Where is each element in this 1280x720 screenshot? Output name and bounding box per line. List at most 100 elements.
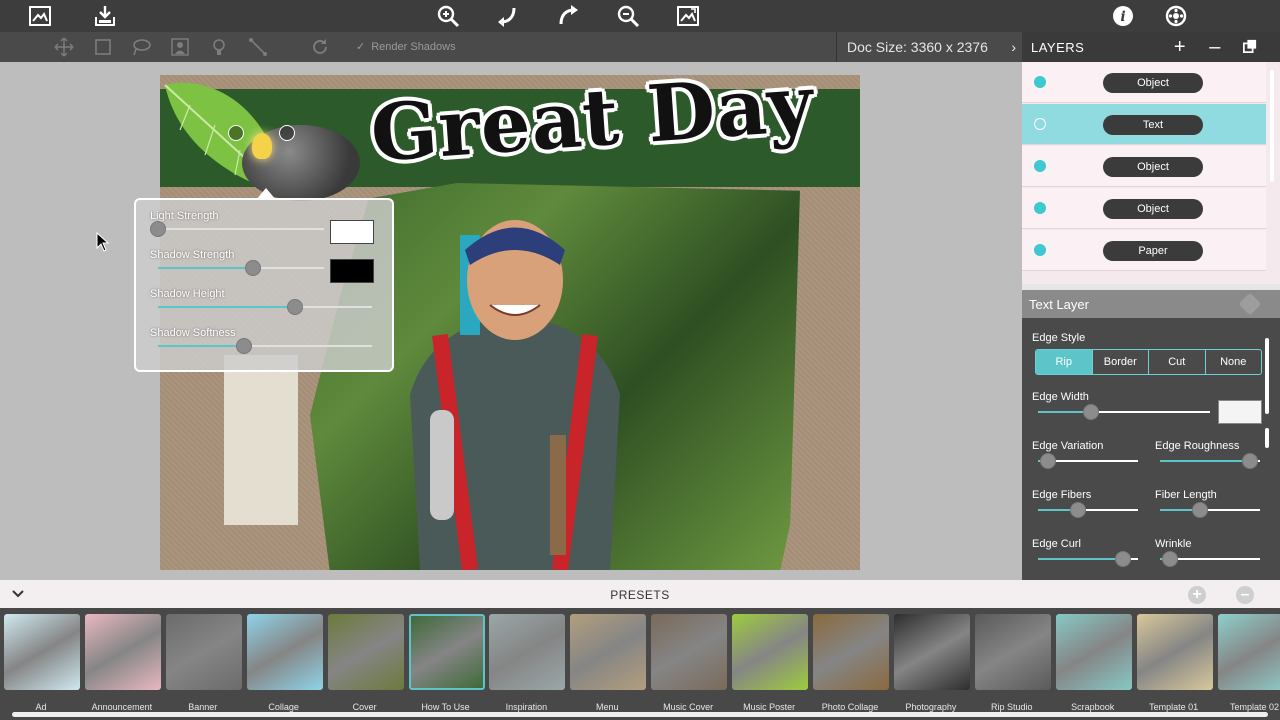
preset-thumbnail[interactable] [570,614,647,690]
preset-item[interactable]: Music Cover [650,613,728,717]
layer-row[interactable]: Object [1022,62,1266,103]
edge-width-slider[interactable] [1038,404,1210,420]
shadow-height-slider[interactable] [158,299,372,315]
light-bulb-icon[interactable] [252,133,272,159]
image-icon[interactable] [26,3,54,29]
visibility-dot-icon[interactable] [1034,244,1046,256]
remove-layer-button[interactable]: – [1203,36,1227,58]
edge-curl-slider[interactable] [1038,551,1138,567]
slider-knob[interactable] [1162,551,1178,567]
add-preset-button[interactable]: + [1188,586,1206,604]
preset-thumbnail[interactable] [4,614,80,690]
shadow-strength-slider[interactable] [158,260,324,276]
add-layer-button[interactable]: + [1168,36,1192,58]
preset-item[interactable]: Photo Collage [812,613,889,717]
properties-scrollbar[interactable] [1265,338,1269,414]
light-bulb-tool-icon[interactable] [209,37,229,57]
light-strength-slider[interactable] [150,221,324,237]
preset-item[interactable]: Music Poster [731,613,809,717]
slider-knob[interactable] [1115,551,1131,567]
visibility-dot-icon[interactable] [1034,202,1046,214]
preset-item[interactable]: Menu [569,613,647,717]
edge-style-rip[interactable]: Rip [1036,350,1092,374]
edge-width-color-swatch[interactable] [1218,400,1262,424]
presets-scrollbar[interactable] [12,712,1268,717]
remove-preset-button[interactable]: – [1236,586,1254,604]
layer-row[interactable]: Text [1022,104,1266,145]
preset-item[interactable]: Collage [246,613,323,717]
edit-pencil-icon[interactable] [228,125,244,141]
slider-knob[interactable] [1040,453,1056,469]
preset-thumbnail[interactable] [165,614,242,690]
save-download-icon[interactable] [91,3,119,29]
preset-item[interactable]: Template 02 [1217,613,1280,717]
preset-thumbnail[interactable] [1136,614,1213,690]
redo-icon[interactable] [554,3,582,29]
slider-knob[interactable] [244,260,261,276]
preset-thumbnail[interactable] [327,614,404,690]
edge-style-none[interactable]: None [1204,350,1262,374]
slider-knob[interactable] [235,338,252,354]
visibility-dot-icon[interactable] [1034,118,1046,130]
slider-knob[interactable] [1070,502,1086,518]
edge-style-border[interactable]: Border [1091,350,1149,374]
preset-item[interactable]: Announcement [84,613,161,717]
shadow-color-swatch[interactable] [330,259,374,283]
preset-thumbnail[interactable] [84,614,161,690]
edge-style-cut[interactable]: Cut [1148,350,1205,374]
slider-knob[interactable] [1242,453,1258,469]
settings-icon[interactable] [1162,3,1190,29]
duplicate-layer-icon[interactable] [1238,36,1262,58]
preset-item[interactable]: Ad [3,613,80,717]
preset-item[interactable]: Cover [327,613,404,717]
preset-item[interactable]: Rip Studio [974,613,1051,717]
edge-roughness-slider[interactable] [1160,453,1260,469]
move-tool-icon[interactable] [54,37,74,57]
preset-item[interactable]: Banner [165,613,242,717]
layers-scrollbar[interactable] [1270,70,1274,182]
preset-item[interactable]: Template 01 [1136,613,1213,717]
slider-knob[interactable] [1083,404,1100,420]
slider-knob[interactable] [1192,502,1208,518]
preset-thumbnail[interactable] [408,614,485,690]
slider-knob[interactable] [286,299,303,315]
preset-thumbnail[interactable] [893,614,970,690]
zoom-out-icon[interactable] [614,3,642,29]
edge-variation-slider[interactable] [1038,453,1138,469]
preset-thumbnail[interactable] [246,614,323,690]
preset-item[interactable]: Photography [893,613,970,717]
info-icon[interactable]: i [1109,3,1137,29]
wrinkle-slider[interactable] [1160,551,1260,567]
preset-item[interactable]: Inspiration [488,613,566,717]
layer-row[interactable]: Object [1022,146,1266,187]
preset-thumbnail[interactable] [489,614,566,690]
layer-row[interactable]: Paper [1022,230,1266,271]
properties-scrollbar-thumb[interactable] [1265,428,1269,448]
tape-object[interactable] [224,355,298,525]
preset-thumbnail[interactable] [813,614,889,690]
layer-row[interactable]: Object [1022,188,1266,229]
line-tool-icon[interactable] [248,37,268,57]
edge-fibers-slider[interactable] [1038,502,1138,518]
duplicate-icon[interactable] [279,125,295,141]
undo-icon[interactable] [494,3,522,29]
chevron-right-icon[interactable]: › [1011,39,1016,55]
slider-knob[interactable] [150,221,166,237]
visibility-dot-icon[interactable] [1034,76,1046,88]
lasso-tool-icon[interactable] [131,37,151,57]
preset-thumbnail[interactable] [974,614,1051,690]
reset-icon[interactable] [310,37,330,57]
visibility-dot-icon[interactable] [1034,160,1046,172]
person-select-tool-icon[interactable] [170,37,190,57]
preset-thumbnail[interactable] [651,614,728,690]
zoom-in-icon[interactable] [434,3,462,29]
shadow-softness-slider[interactable] [158,338,372,354]
preset-thumbnail[interactable] [732,614,809,690]
crop-select-tool-icon[interactable] [93,37,113,57]
fit-image-icon[interactable] [674,3,702,29]
preset-thumbnail[interactable] [1217,614,1280,690]
fiber-length-slider[interactable] [1160,502,1260,518]
preset-item[interactable]: How To Use [408,613,485,717]
preset-item[interactable]: Scrapbook [1055,613,1132,717]
render-shadows-checkbox[interactable]: ✓ Render Shadows [356,40,456,54]
